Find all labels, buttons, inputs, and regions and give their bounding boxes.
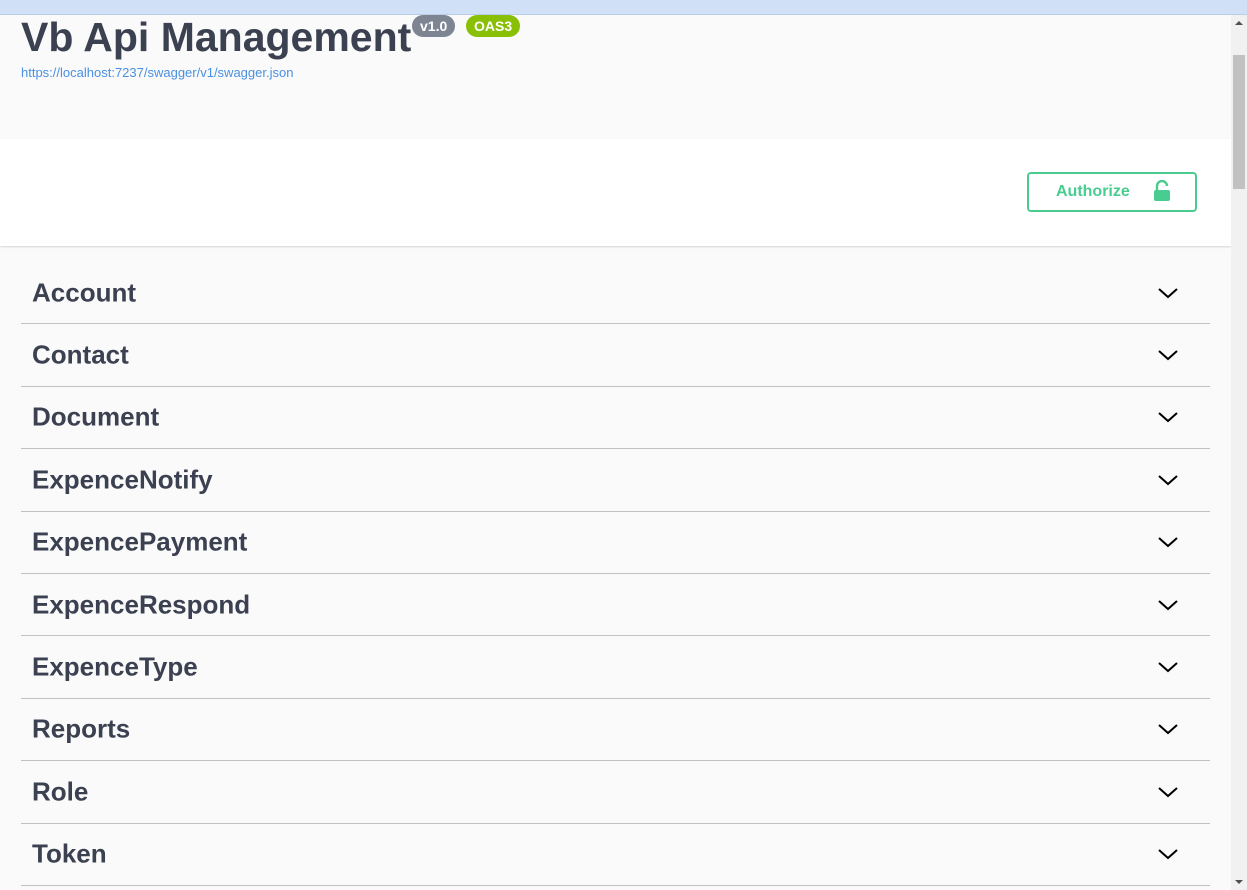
tag-section[interactable]: ExpenceRespond <box>21 574 1210 637</box>
vertical-scrollbar[interactable] <box>1231 15 1247 890</box>
tag-section[interactable]: ExpencePayment <box>21 512 1210 574</box>
tag-name: Token <box>32 838 107 869</box>
authorize-label: Authorize <box>1056 183 1130 200</box>
chevron-down-icon[interactable] <box>1156 720 1180 738</box>
chevron-down-icon[interactable] <box>1156 596 1180 614</box>
tag-list: Account Contact Document ExpenceNotify Expen… <box>21 262 1210 886</box>
tag-section[interactable]: Reports <box>21 699 1210 762</box>
swagger-page: Vb Api Management v1.0 OAS3 https://loca… <box>0 15 1231 890</box>
version-badge: v1.0 <box>412 15 456 37</box>
chevron-down-icon[interactable] <box>1156 284 1180 302</box>
chevron-down-icon[interactable] <box>1156 471 1180 489</box>
api-info: Vb Api Management v1.0 OAS3 https://loca… <box>0 15 1231 139</box>
tag-name: Account <box>32 277 136 308</box>
tag-name: ExpenceType <box>32 651 198 682</box>
unlocked-padlock-icon <box>1154 180 1170 201</box>
tag-section[interactable]: Contact <box>21 324 1210 387</box>
tag-name: ExpencePayment <box>32 526 248 557</box>
chevron-down-icon[interactable] <box>1156 845 1180 863</box>
scroll-up-arrow-icon[interactable] <box>1231 15 1247 32</box>
chevron-down-icon[interactable] <box>1156 533 1180 551</box>
tag-name: ExpenceNotify <box>32 464 213 495</box>
spec-url-link[interactable]: https://localhost:7237/swagger/v1/swagge… <box>21 65 293 80</box>
page-title: Vb Api Management <box>21 15 412 60</box>
authorize-button[interactable]: Authorize <box>1027 172 1197 212</box>
chevron-down-icon[interactable] <box>1156 408 1180 426</box>
tag-section[interactable]: Account <box>21 262 1210 325</box>
scroll-thumb[interactable] <box>1233 55 1245 189</box>
chevron-down-icon[interactable] <box>1156 346 1180 364</box>
tag-section[interactable]: Token <box>21 824 1210 886</box>
scroll-down-arrow-icon[interactable] <box>1231 873 1247 890</box>
tag-section[interactable]: Role <box>21 761 1210 824</box>
chevron-down-icon[interactable] <box>1156 658 1180 676</box>
tag-section[interactable]: ExpenceNotify <box>21 449 1210 512</box>
chevron-down-icon[interactable] <box>1156 783 1180 801</box>
tag-name: ExpenceRespond <box>32 589 251 620</box>
browser-top-bar <box>0 0 1247 15</box>
tag-section[interactable]: Document <box>21 387 1210 450</box>
tag-section[interactable]: ExpenceType <box>21 636 1210 699</box>
scheme-container: Authorize <box>0 139 1231 246</box>
tag-name: Contact <box>32 339 129 370</box>
tag-name: Document <box>32 401 160 432</box>
tag-name: Role <box>32 776 89 807</box>
oas-badge: OAS3 <box>466 15 521 37</box>
tag-name: Reports <box>32 713 131 744</box>
